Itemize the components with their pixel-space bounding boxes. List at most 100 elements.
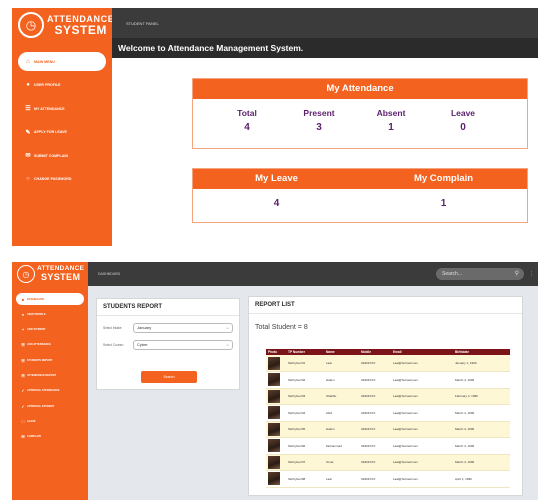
course-select[interactable]: Cyber ⌵ xyxy=(133,340,233,350)
table-cell: January 1, 1999 xyxy=(453,355,510,372)
table-cell: 01822XXX xyxy=(359,437,391,455)
sidebar-item-main-menu[interactable]: ⌂ MAIN MENU xyxy=(18,52,106,71)
table-cell: 01822XXX xyxy=(359,404,391,422)
home-icon: ⌂ xyxy=(26,58,30,65)
header-title: DASHBOARD xyxy=(98,272,121,276)
sidebar-item-approval-attendance[interactable]: ✓ APPROVAL ATTENDANCE xyxy=(16,385,84,397)
table-cell: March 4, 1996 xyxy=(453,454,510,471)
table-row[interactable]: SH/Cyber/08 Laal 01822XXX Laal@hotmail.com A… xyxy=(266,470,510,488)
my-complain-value: 1 xyxy=(440,198,447,209)
table-cell: SH/Cyber/06 xyxy=(286,437,324,455)
table-cell: SH/Cyber/07 xyxy=(286,454,324,471)
lock-icon: ○ xyxy=(26,176,30,182)
students-report-title: STUDENTS REPORT xyxy=(97,299,239,316)
total-students: Total Student = 8 xyxy=(255,324,308,331)
avatar xyxy=(268,472,280,486)
student-photo xyxy=(266,404,286,422)
search-button[interactable]: Search xyxy=(141,371,197,383)
student-photo xyxy=(266,470,286,488)
user-icon: ● xyxy=(26,82,30,88)
sidebar-item-submit-complain[interactable]: ✉ SUBMIT COMPLAIN xyxy=(18,146,106,165)
sidebar-item-leave[interactable]: □ LEAVE xyxy=(16,415,84,427)
table-cell: Abid xyxy=(324,404,359,422)
student-panel-screen: ◷ ATTENDANCE SYSTEM ⌂ MAIN MENU ● USER P… xyxy=(12,8,538,246)
sidebar-item-user-profile[interactable]: ● USER PROFILE xyxy=(18,76,106,95)
table-cell: April 1, 1996 xyxy=(453,470,510,488)
list-icon: ☰ xyxy=(25,106,31,112)
avatar xyxy=(268,455,280,469)
chevron-down-icon: ⌵ xyxy=(225,325,229,330)
student-photo xyxy=(266,388,286,405)
sidebar-item-label: APPLY FOR LEAVE xyxy=(34,130,67,134)
sidebar-item-apply-for-leave[interactable]: ✎ APPLY FOR LEAVE xyxy=(18,123,106,142)
sidebar-item-label: SUBMIT COMPLAIN xyxy=(34,153,68,158)
table-row[interactable]: SH/Cyber/07 Omar 01822XXX Laal@hotmail.com M… xyxy=(266,454,510,471)
clock-icon: ◷ xyxy=(17,265,35,283)
attendance-stats: Total 4 Present 3 Absent 1 Leave 0 xyxy=(193,99,527,133)
table-cell: SH/Cyber/01 xyxy=(286,355,324,372)
app-logo[interactable]: ◷ ATTENDANCE SYSTEM xyxy=(12,8,114,42)
table-row[interactable]: SH/Cyber/02 Hakim 01822XXX Laal@hotmail.com… xyxy=(266,371,510,389)
sidebar-item-label: DASHBOARD xyxy=(27,297,44,301)
avatar xyxy=(268,356,280,370)
sidebar-item-label: LEAVE xyxy=(27,419,36,423)
sidebar-item-label: ATTENDANCE REPORT xyxy=(27,373,57,377)
leave-complain-card: My Leave My Complain 4 1 xyxy=(192,168,528,223)
sidebar-item-add-attendance[interactable]: ☰ ADD ATTENDANCE xyxy=(16,339,84,351)
students-report-box: STUDENTS REPORT Select Intake: January ⌵… xyxy=(96,298,240,390)
avatar xyxy=(268,389,280,403)
sidebar-item-label: USER PROFILE xyxy=(34,83,61,87)
sidebar-item-label: APPROVAL ATTENDANCE xyxy=(27,389,60,393)
report-list-title: REPORT LIST xyxy=(249,297,522,314)
table-cell: Mohammad xyxy=(324,437,359,455)
avatar xyxy=(268,373,280,387)
logo-line2: SYSTEM xyxy=(54,22,107,37)
table-row[interactable]: SH/Cyber/03 Shabbir 01822XXX Laal@hotmail.c… xyxy=(266,388,510,405)
sidebar-item-view-profile[interactable]: ● VIEW PROFILE xyxy=(16,308,84,320)
sidebar-item-label: APPROVAL STUDENT xyxy=(27,404,55,408)
table-cell: 01822XXX xyxy=(359,355,391,372)
sidebar-item-label: ADD STUDENT xyxy=(27,328,46,332)
table-row[interactable]: SH/Cyber/04 Abid 01822XXX Laal@hotmail.com M… xyxy=(266,404,510,422)
student-photo xyxy=(266,371,286,389)
sidebar-item-complain[interactable]: ✉ COMPLAIN xyxy=(16,431,84,443)
message-icon: ✉ xyxy=(25,153,31,159)
dashboard-icon: ■ xyxy=(21,296,25,302)
header-title: STUDENT PANEL xyxy=(126,21,159,26)
table-row[interactable]: SH/Cyber/01 Laal 01822XXX Laal@hotmail.com J… xyxy=(266,355,510,372)
table-row[interactable]: SH/Cyber/05 Hakim 01822XXX Laal@hotmail.com… xyxy=(266,421,510,438)
user-icon: ● xyxy=(21,311,25,317)
search-input[interactable]: Search... ⚲ xyxy=(436,268,524,280)
table-cell: SH/Cyber/03 xyxy=(286,388,324,405)
report-icon: ☰ xyxy=(21,357,25,363)
report-icon: ☰ xyxy=(21,372,25,378)
sidebar-item-add-student[interactable]: + ADD STUDENT xyxy=(16,324,84,336)
calendar-icon: □ xyxy=(21,418,25,424)
add-user-icon: + xyxy=(21,327,25,333)
table-cell: Laal@hotmail.com xyxy=(391,421,453,438)
table-row[interactable]: SH/Cyber/06 Mohammad 01822XXX Laal@hotmail.… xyxy=(266,437,510,455)
chevron-down-icon: ⌵ xyxy=(225,342,229,347)
logo-line2: SYSTEM xyxy=(40,271,81,282)
sidebar-item-attendance-report[interactable]: ☰ ATTENDANCE REPORT xyxy=(16,369,84,381)
table-cell: Laal xyxy=(324,355,359,372)
search-icon[interactable]: ⚲ xyxy=(515,268,519,280)
list-icon: ☰ xyxy=(21,342,25,348)
sidebar-item-approval-student[interactable]: ✓ APPROVAL STUDENT xyxy=(16,400,84,412)
sidebar-item-dashboard[interactable]: ■ DASHBOARD xyxy=(16,293,84,305)
stat-absent: Absent 1 xyxy=(376,108,406,133)
sidebar-nav: ⌂ MAIN MENU ● USER PROFILE ☰ MY ATTENDAN… xyxy=(12,52,112,193)
more-icon[interactable]: ⋮ xyxy=(529,271,534,277)
student-photo xyxy=(266,454,286,471)
intake-select[interactable]: January ⌵ xyxy=(133,323,233,333)
table-cell: 01822XXX xyxy=(359,388,391,405)
sidebar-item-my-attendance[interactable]: ☰ MY ATTENDANCE xyxy=(18,99,106,118)
sidebar-item-label: COMPLAIN xyxy=(27,435,41,439)
sidebar-item-students-report[interactable]: ☰ STUDENTS REPORT xyxy=(16,354,84,366)
sidebar-item-change-password[interactable]: ○ CHANGE PASSWORD xyxy=(18,170,106,189)
table-cell: SH/Cyber/02 xyxy=(286,371,324,389)
table-cell: SH/Cyber/05 xyxy=(286,421,324,438)
sidebar-item-label: ADD ATTENDANCE xyxy=(27,343,51,347)
search-placeholder: Search... xyxy=(442,271,463,277)
app-logo[interactable]: ◷ ATTENDANCE SYSTEM xyxy=(12,262,88,286)
